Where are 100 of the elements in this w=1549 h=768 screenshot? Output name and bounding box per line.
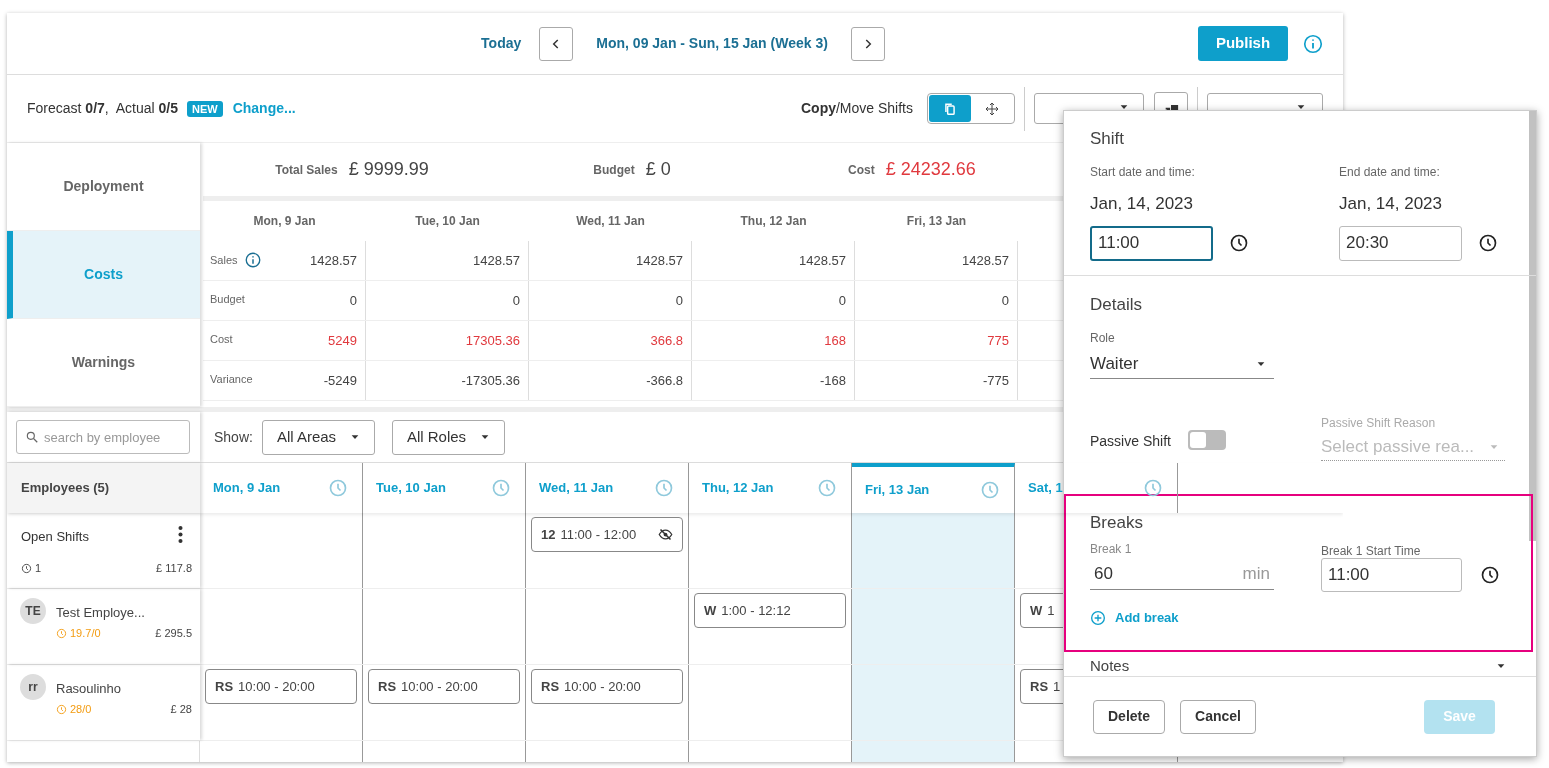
cost-value: 0: [838, 291, 846, 310]
caret-icon: [1119, 102, 1129, 112]
day-header[interactable]: Wed, 11 Jan: [526, 463, 689, 513]
field-label: Break 1 Start Time: [1321, 543, 1421, 560]
row-label: Budget: [210, 292, 245, 307]
employees-header: Employees (5): [7, 463, 200, 513]
break-minutes-field[interactable]: 60 min: [1090, 559, 1274, 590]
move-icon: [984, 100, 1000, 117]
field-label: Break 1: [1090, 541, 1132, 558]
clock-icon: [654, 478, 674, 498]
shift-card[interactable]: 12 11:00 - 12:00: [531, 517, 683, 552]
employee-name: Test Employe...: [56, 604, 145, 622]
date-range: Mon, 09 Jan - Sun, 15 Jan (Week 3): [596, 34, 828, 53]
cost-value: -366.8: [646, 371, 683, 390]
shift-count: 1: [35, 561, 42, 576]
shift-card[interactable]: RS 10:00 - 20:00: [368, 669, 520, 704]
column-header: Mon, 9 Jan: [253, 213, 316, 230]
cost-value: 775: [987, 331, 1009, 350]
copy-mode-button[interactable]: [929, 95, 971, 122]
shift-card[interactable]: RS 10:00 - 20:00: [205, 669, 357, 704]
clock-icon: [1143, 478, 1163, 498]
dialog-button[interactable]: Cancel: [1180, 699, 1256, 734]
column-header: Tue, 10 Jan: [415, 213, 480, 230]
cost-value: 17305.36: [465, 331, 520, 350]
passive-shift-toggle[interactable]: [1188, 430, 1226, 450]
clock-icon: [980, 480, 1000, 500]
shift-card[interactable]: W 1:00 - 12:12: [694, 593, 846, 628]
row-label: Sales: [210, 252, 238, 268]
cost-value: 168: [824, 331, 846, 350]
time-field[interactable]: 11:00: [1090, 225, 1213, 261]
section-title: Breaks: [1090, 512, 1144, 534]
cost-value: 1428.57: [636, 251, 683, 270]
role-dropdown[interactable]: Waiter: [1090, 349, 1274, 379]
cost-value: -5249: [323, 371, 357, 390]
copy-move-label: Copy/Move Shifts: [800, 99, 913, 118]
publish-button[interactable]: Publish: [1198, 26, 1288, 61]
filter-dropdown[interactable]: All Areas: [261, 419, 375, 455]
total-label: Cost: [848, 161, 875, 179]
filter-dropdown[interactable]: All Roles: [391, 419, 505, 455]
avatar: TE: [20, 598, 46, 624]
open-shifts-label: Open Shifts: [21, 528, 89, 546]
info-icon: [1302, 32, 1324, 55]
cost-value: -17305.36: [461, 371, 520, 390]
nav-tab[interactable]: Warnings: [7, 319, 200, 407]
date-value: Jan, 14, 2023: [1339, 193, 1444, 215]
scrollbar[interactable]: [1529, 111, 1536, 541]
clock-icon: [56, 627, 67, 639]
cost-value: -168: [819, 371, 846, 390]
section-title: Notes: [1090, 656, 1130, 676]
time-field[interactable]: 20:30: [1339, 225, 1462, 261]
total-value: £ 0: [645, 158, 671, 181]
caret-icon: [1296, 102, 1306, 112]
section-title: Details: [1090, 294, 1143, 316]
clock-icon: [21, 562, 32, 574]
copy-icon: [943, 101, 957, 116]
employee-hours: 19.7/0: [70, 626, 101, 641]
employee-name: Rasoulinho: [56, 680, 122, 698]
cost-value: 1428.57: [473, 251, 520, 270]
cost-value: 1428.57: [962, 251, 1009, 270]
row-label: Cost: [210, 332, 233, 347]
previous-week-button[interactable]: [539, 26, 574, 61]
time-field[interactable]: 11:00: [1321, 558, 1462, 592]
date-value: Jan, 14, 2023: [1090, 193, 1195, 215]
employee-hours: 28/0: [70, 702, 92, 717]
cost-value: 0: [349, 291, 357, 310]
day-header[interactable]: Mon, 9 Jan: [200, 463, 363, 513]
kebab-menu-icon: [178, 526, 183, 543]
cost-value: 0: [675, 291, 683, 310]
field-label: Role: [1090, 330, 1115, 347]
row-label: Variance: [210, 372, 253, 387]
add-break-link[interactable]: Add break: [1090, 608, 1179, 628]
cost-value: 0: [512, 291, 520, 310]
field-label: Passive Shift Reason: [1321, 415, 1436, 432]
cost-value: 1428.57: [799, 251, 846, 270]
search-field[interactable]: search by employee: [16, 420, 190, 454]
caret-icon: [349, 432, 360, 442]
clock-icon: [1480, 565, 1500, 585]
cost-value: 5249: [328, 331, 357, 350]
cost-value: 366.8: [650, 331, 683, 350]
today-link[interactable]: Today: [481, 33, 522, 54]
cost-value: -775: [982, 371, 1009, 390]
info-icon: [243, 251, 262, 269]
clock-icon: [1229, 233, 1249, 253]
day-header[interactable]: Tue, 10 Jan: [363, 463, 526, 513]
change-link[interactable]: Change...: [232, 98, 296, 119]
day-header[interactable]: Thu, 12 Jan: [689, 463, 852, 513]
cost-value: 0: [1001, 291, 1009, 310]
plus-circle-icon: [1090, 609, 1106, 626]
clock-icon: [491, 478, 511, 498]
new-badge: NEW: [187, 100, 223, 117]
dialog-button[interactable]: Delete: [1093, 699, 1166, 734]
caret-icon: [479, 432, 490, 442]
employee-cost: £ 28: [170, 702, 192, 717]
field-label: Start date and time:: [1090, 164, 1196, 181]
clock-icon: [56, 703, 67, 715]
shift-card[interactable]: RS 10:00 - 20:00: [531, 669, 683, 704]
section-title: Shift: [1090, 128, 1126, 150]
next-week-button[interactable]: [850, 26, 885, 61]
field-label: End date and time:: [1339, 164, 1441, 181]
cost-value: 1428.57: [310, 251, 357, 270]
